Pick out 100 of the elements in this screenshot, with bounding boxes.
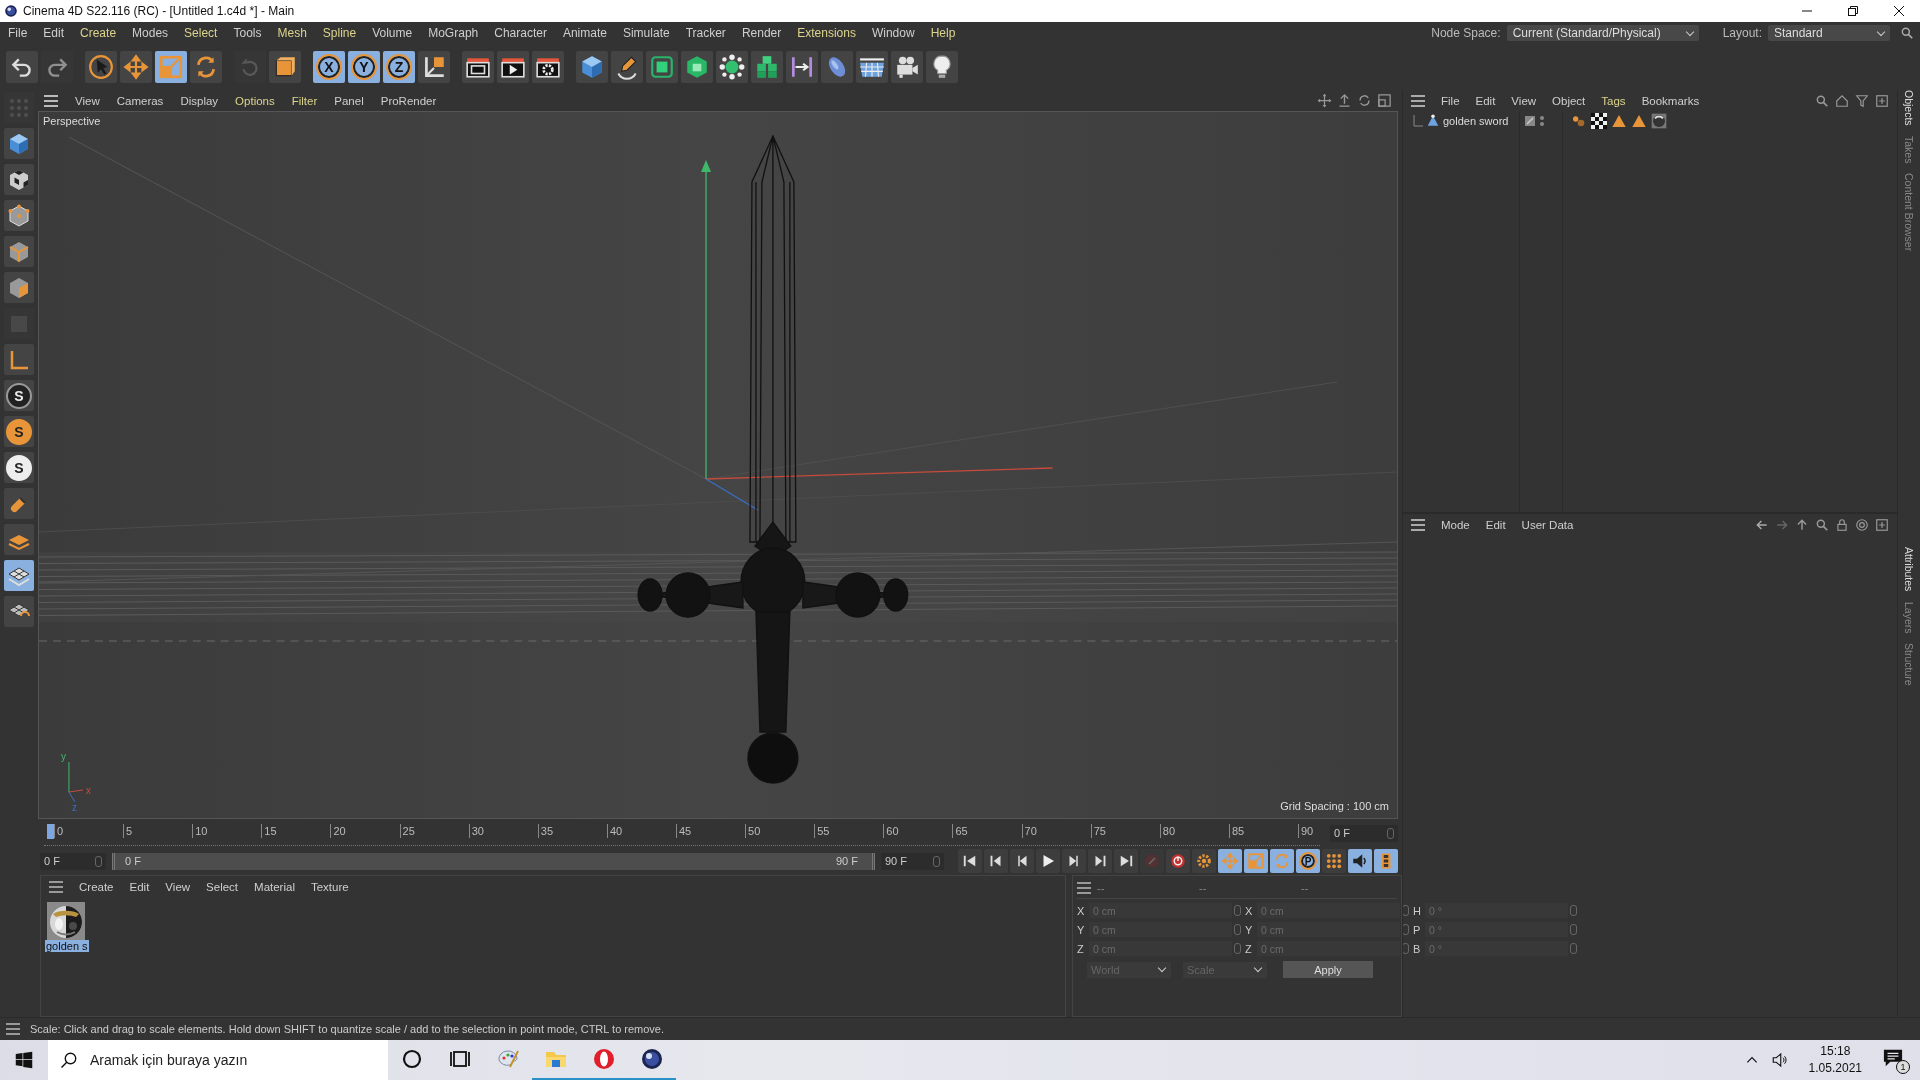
menu-item[interactable]: Volume bbox=[372, 26, 413, 40]
tool-button[interactable] bbox=[611, 51, 643, 83]
tool-button[interactable] bbox=[926, 51, 958, 83]
menu-item[interactable]: Help bbox=[930, 26, 956, 40]
menu-item[interactable]: Select bbox=[206, 881, 239, 893]
menu-item[interactable]: Display bbox=[180, 94, 219, 107]
timeline-ruler[interactable]: 0 5 10 15 20 25 30 35 40 45 50 55 60 65 70 75 80 85 90 bbox=[44, 820, 1320, 846]
side-tab[interactable]: Layers bbox=[1903, 601, 1915, 634]
tool-button[interactable] bbox=[1010, 849, 1034, 873]
menu-item[interactable]: Create bbox=[80, 26, 117, 40]
menu-item[interactable]: Panel bbox=[334, 94, 364, 107]
menu-item[interactable]: Character bbox=[494, 26, 547, 40]
menu-item[interactable]: Simulate bbox=[622, 26, 670, 40]
menu-item[interactable]: View bbox=[165, 881, 191, 893]
tool-button[interactable]: S bbox=[4, 380, 34, 411]
menu-item[interactable]: Spline bbox=[322, 26, 357, 40]
menu-item[interactable]: Cameras bbox=[116, 94, 164, 107]
polygon-object-icon bbox=[1426, 114, 1440, 128]
layout-dropdown[interactable]: Standard bbox=[1768, 25, 1890, 41]
tool-button[interactable] bbox=[497, 51, 529, 83]
tool-button[interactable]: Y bbox=[348, 51, 380, 83]
spinner-icon[interactable] bbox=[1402, 905, 1409, 916]
tool-button[interactable] bbox=[958, 849, 982, 873]
side-tab[interactable]: Structure bbox=[1903, 643, 1915, 686]
tool-button[interactable] bbox=[891, 51, 923, 83]
spinner-icon[interactable] bbox=[1402, 924, 1409, 935]
tool-button[interactable] bbox=[418, 51, 450, 83]
tool-button[interactable]: P bbox=[1296, 849, 1320, 873]
spinner-icon[interactable] bbox=[1402, 943, 1409, 954]
side-tab[interactable]: Takes bbox=[1903, 135, 1915, 164]
menu-item[interactable]: File bbox=[1441, 95, 1460, 107]
tool-button[interactable] bbox=[4, 164, 34, 195]
tool-button[interactable] bbox=[4, 596, 34, 627]
tool-button[interactable] bbox=[6, 51, 38, 83]
menu-item[interactable]: File bbox=[8, 26, 28, 40]
tool-button[interactable] bbox=[716, 51, 748, 83]
menu-item[interactable]: Options bbox=[235, 94, 275, 107]
menu-item[interactable]: Object bbox=[1552, 95, 1586, 107]
menu-item[interactable]: Tags bbox=[1601, 95, 1626, 107]
tool-button[interactable]: S bbox=[4, 416, 34, 447]
menu-item[interactable]: Select bbox=[184, 26, 218, 40]
menu-item[interactable]: Texture bbox=[310, 881, 349, 893]
zoom-icon bbox=[1337, 93, 1352, 108]
tool-button[interactable]: X bbox=[313, 51, 345, 83]
tool-button[interactable] bbox=[1062, 849, 1086, 873]
menu-item[interactable]: Edit bbox=[1485, 519, 1506, 531]
tool-button[interactable] bbox=[462, 51, 494, 83]
menu-item[interactable]: Create bbox=[79, 881, 114, 893]
start-frame-field[interactable]: 0 F bbox=[40, 852, 106, 870]
menu-item[interactable]: View bbox=[1511, 95, 1537, 107]
tool-button[interactable] bbox=[1088, 849, 1112, 873]
material-name[interactable]: golden s bbox=[45, 940, 89, 952]
tool-button[interactable] bbox=[1114, 849, 1138, 873]
side-tab[interactable]: Attributes bbox=[1903, 547, 1915, 592]
menu-item[interactable]: Material bbox=[254, 881, 295, 893]
menu-item[interactable]: Edit bbox=[129, 881, 150, 893]
menu-item[interactable]: Edit bbox=[43, 26, 65, 40]
frame-range-slider[interactable]: 0 F 90 F bbox=[112, 852, 875, 870]
playhead-handle[interactable] bbox=[47, 823, 54, 839]
tool-button[interactable] bbox=[1374, 849, 1398, 873]
menu-item[interactable]: ProRender bbox=[380, 94, 437, 107]
tool-button[interactable] bbox=[1036, 849, 1060, 873]
menu-item[interactable]: Render bbox=[741, 26, 782, 40]
tool-button[interactable] bbox=[85, 51, 117, 83]
layer-icon bbox=[1524, 115, 1536, 127]
menu-item[interactable]: View bbox=[75, 94, 100, 107]
menu-item[interactable]: Edit bbox=[1475, 95, 1496, 107]
tool-button[interactable]: Z bbox=[383, 51, 415, 83]
menu-item[interactable]: Bookmarks bbox=[1641, 95, 1700, 107]
viewport[interactable]: Perspective Grid Spacing : 100 cm y x z bbox=[38, 111, 1398, 819]
tool-button[interactable] bbox=[856, 51, 888, 83]
menu-item[interactable]: User Data bbox=[1521, 519, 1574, 531]
tool-button[interactable] bbox=[532, 51, 564, 83]
side-tab[interactable]: Objects bbox=[1903, 90, 1915, 126]
menu-item[interactable]: Tools bbox=[233, 26, 262, 40]
tool-button[interactable] bbox=[984, 849, 1008, 873]
menu-item[interactable]: Extensions bbox=[797, 26, 856, 40]
apply-button[interactable]: Apply bbox=[1283, 961, 1373, 978]
menu-item[interactable]: Filter bbox=[291, 94, 318, 107]
search-field[interactable]: Aramak için buraya yazın bbox=[48, 1040, 388, 1080]
object-name[interactable]: golden sword bbox=[1443, 115, 1509, 127]
menu-item[interactable]: Animate bbox=[562, 26, 607, 40]
menu-item[interactable]: Modes bbox=[132, 26, 169, 40]
tool-button[interactable]: S bbox=[4, 452, 34, 483]
tool-button[interactable] bbox=[681, 51, 713, 83]
node-space-dropdown[interactable]: Current (Standard/Physical) bbox=[1506, 25, 1699, 41]
menu-item[interactable]: Window bbox=[871, 26, 915, 40]
tool-button[interactable] bbox=[786, 51, 818, 83]
menu-item[interactable]: Mesh bbox=[277, 26, 307, 40]
end-frame-field[interactable]: 90 F bbox=[881, 852, 944, 870]
current-frame-field[interactable]: 0 F bbox=[1330, 824, 1398, 842]
tool-button[interactable] bbox=[1348, 849, 1372, 873]
tool-button[interactable] bbox=[4, 560, 34, 591]
side-tab[interactable]: Content Browser bbox=[1903, 173, 1915, 252]
tool-button[interactable] bbox=[1166, 849, 1190, 873]
menu-item[interactable]: Tracker bbox=[685, 26, 726, 40]
tool-button[interactable] bbox=[269, 51, 301, 83]
menu-item[interactable]: MoGraph bbox=[428, 26, 479, 40]
tick-label: 55 bbox=[814, 823, 830, 838]
menu-item[interactable]: Mode bbox=[1441, 519, 1470, 531]
